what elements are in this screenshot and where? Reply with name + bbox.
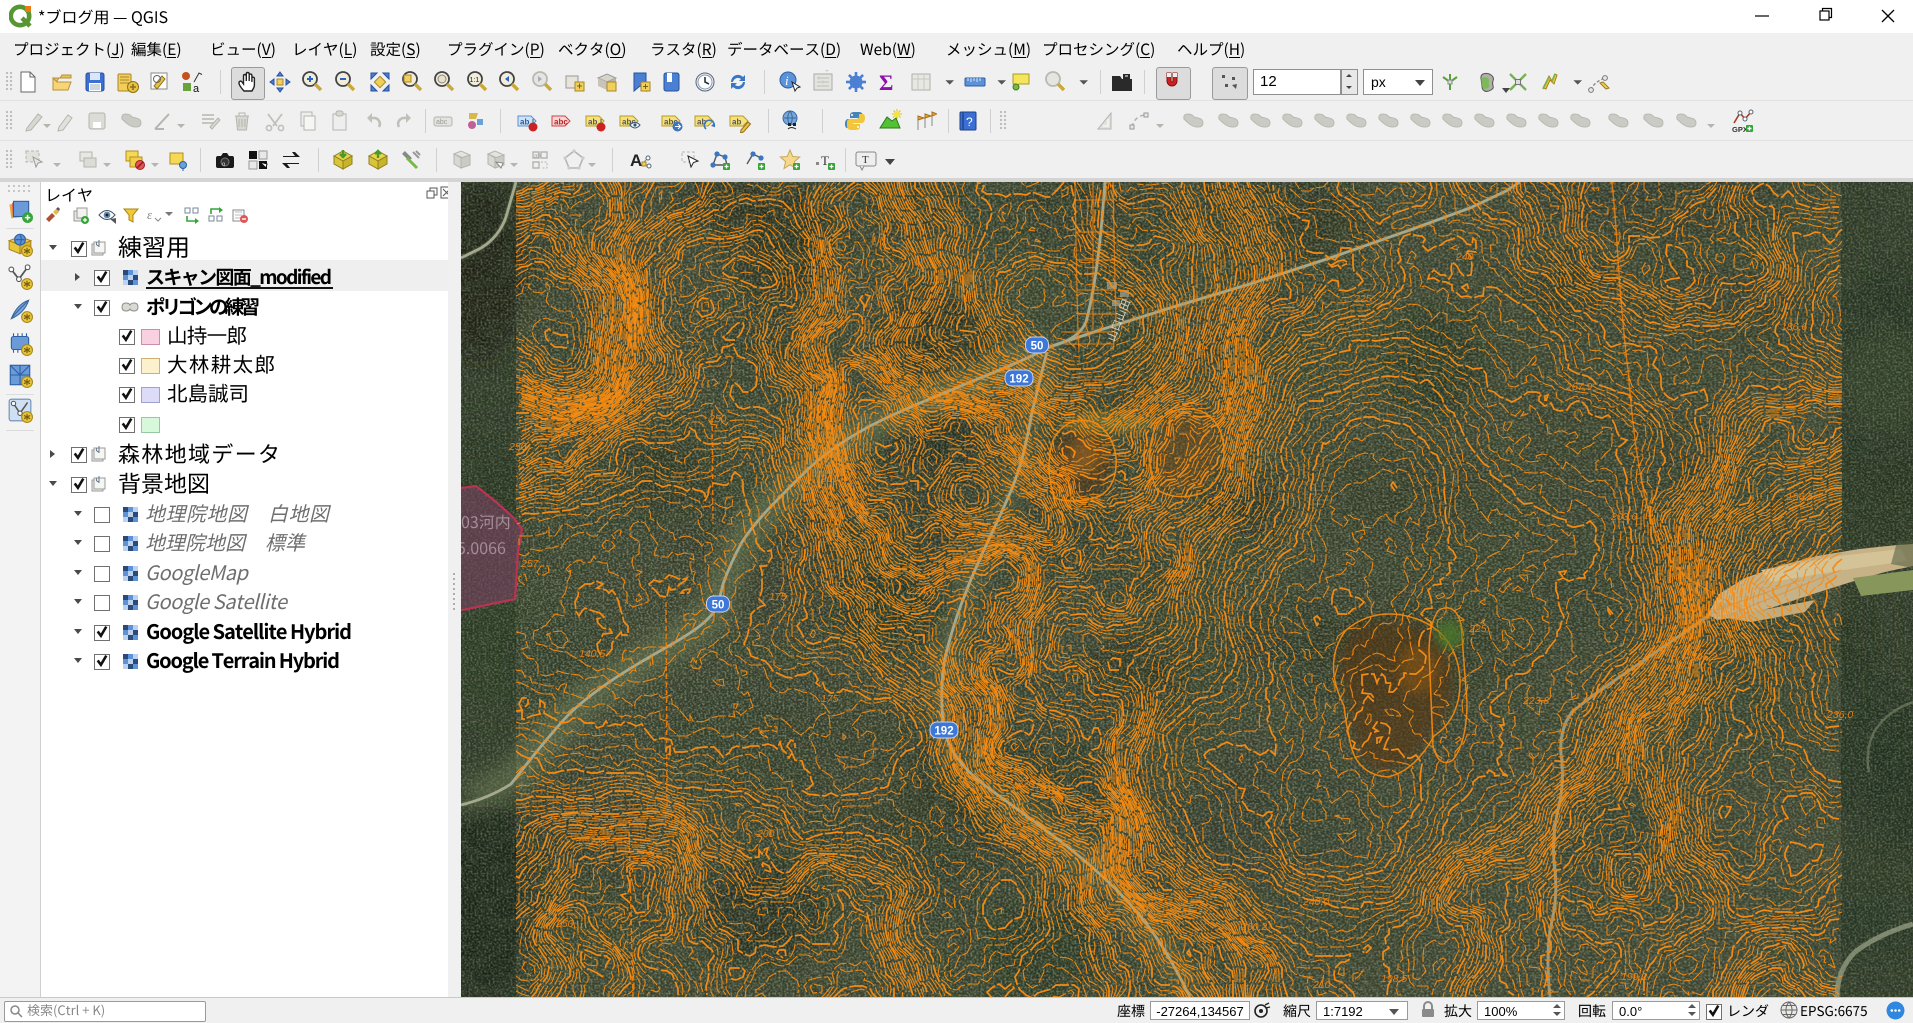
- svg-text:abc: abc: [554, 118, 568, 127]
- svg-text:ab: ab: [588, 118, 597, 127]
- svg-text:i: i: [785, 73, 789, 88]
- svg-text:175: 175: [769, 591, 787, 603]
- svg-text:150: 150: [1003, 433, 1021, 445]
- svg-text:267,9: 267,9: [1565, 381, 1592, 393]
- svg-text:196,5: 196,5: [1787, 491, 1813, 503]
- svg-text:ab: ab: [732, 118, 741, 127]
- svg-text:ab: ab: [520, 118, 529, 127]
- svg-text:192: 192: [1009, 374, 1028, 386]
- svg-text:150: 150: [891, 391, 909, 403]
- svg-text:a: a: [193, 83, 200, 94]
- svg-text:260,2: 260,2: [1240, 921, 1267, 933]
- svg-text:186,6: 186,6: [1781, 321, 1807, 333]
- svg-text:225: 225: [1468, 623, 1487, 635]
- svg-text:T: T: [862, 154, 869, 166]
- svg-text:257: 257: [520, 558, 540, 570]
- svg-text:?: ?: [966, 115, 973, 129]
- svg-text:200: 200: [756, 828, 775, 840]
- svg-text:GPX: GPX: [1732, 125, 1748, 133]
- svg-text:192: 192: [934, 726, 953, 738]
- svg-text:ab: ab: [534, 154, 541, 160]
- svg-text:225: 225: [580, 281, 599, 293]
- svg-text:203,6: 203,6: [1610, 511, 1637, 523]
- svg-text:abc: abc: [436, 119, 448, 126]
- svg-text:224,6: 224,6: [908, 585, 935, 597]
- svg-text:50: 50: [712, 600, 725, 612]
- svg-text:1:1: 1:1: [470, 77, 480, 84]
- svg-text:Σ: Σ: [879, 70, 893, 94]
- svg-text:225: 225: [1353, 293, 1372, 305]
- svg-text:200: 200: [820, 473, 839, 485]
- svg-text:140,5: 140,5: [579, 648, 605, 660]
- svg-text:223,8: 223,8: [1522, 695, 1549, 707]
- svg-text:T: T: [821, 153, 829, 168]
- svg-text:225: 225: [1120, 848, 1139, 860]
- svg-text:175: 175: [821, 693, 839, 705]
- svg-text:250: 250: [508, 441, 527, 453]
- svg-text:ε: ε: [147, 207, 153, 222]
- svg-text:150: 150: [1166, 568, 1184, 580]
- svg-text:240: 240: [1455, 251, 1474, 263]
- svg-text:199,2: 199,2: [1621, 971, 1647, 983]
- svg-text:250: 250: [708, 413, 727, 425]
- svg-text:A: A: [630, 151, 642, 170]
- svg-text:198,5: 198,5: [1381, 973, 1407, 985]
- svg-text:240,0: 240,0: [1302, 896, 1329, 908]
- svg-text:236,0: 236,0: [1826, 709, 1853, 721]
- svg-text:246,2: 246,2: [1690, 651, 1717, 663]
- svg-text:225: 225: [588, 836, 607, 848]
- svg-text:250: 250: [555, 918, 574, 930]
- svg-text:210: 210: [1312, 979, 1331, 991]
- svg-text:220: 220: [1016, 778, 1035, 790]
- svg-text:50: 50: [1031, 341, 1044, 353]
